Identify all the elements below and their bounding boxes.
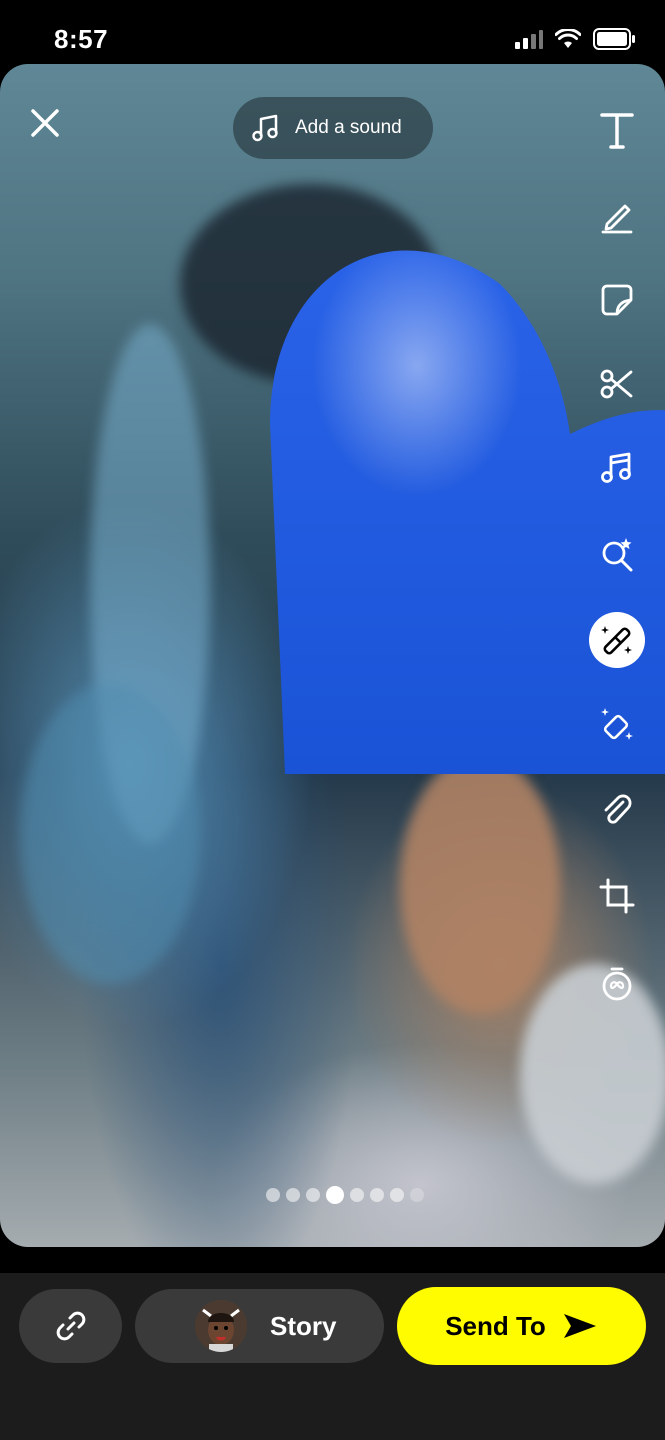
hair-highlight (20, 684, 200, 984)
close-button[interactable] (26, 104, 64, 142)
send-to-label: Send To (445, 1310, 546, 1341)
attach-link-button[interactable] (19, 1289, 122, 1363)
magic-wand-tool-icon (601, 626, 632, 655)
story-label: Story (270, 1311, 337, 1341)
bitmoji-avatar (195, 1300, 247, 1352)
add-sound-label: Add a sound (295, 117, 402, 138)
pen-tool-button[interactable] (589, 188, 645, 244)
sticker-tool-icon (601, 284, 633, 316)
wifi-icon (555, 29, 581, 48)
magic-eraser-tool-button[interactable] (589, 696, 645, 752)
text-tool-button[interactable] (589, 102, 645, 158)
paperclip-tool-button[interactable] (589, 782, 645, 838)
cellular-signal-icon (515, 30, 543, 49)
page-dot (266, 1188, 280, 1202)
link-icon (56, 1311, 85, 1341)
add-sound-button[interactable]: Add a sound (233, 97, 433, 159)
crop-tool-button[interactable] (589, 868, 645, 924)
page-indicator (266, 1186, 424, 1204)
sticker-tool-button[interactable] (589, 272, 645, 328)
music-note-icon (252, 114, 278, 142)
page-dot-active (326, 1186, 344, 1204)
timer-tool-icon (602, 967, 632, 1001)
status-icons (515, 28, 635, 50)
lens-search-tool-icon (602, 538, 633, 572)
timer-tool-button[interactable] (589, 956, 645, 1012)
page-dot (370, 1188, 384, 1202)
page-dot (286, 1188, 300, 1202)
bottom-action-bar: Story Send To (0, 1273, 665, 1440)
music-tool-button[interactable] (589, 440, 645, 496)
pen-tool-icon (601, 204, 633, 234)
send-arrow-icon (563, 1314, 596, 1338)
battery-icon (593, 28, 635, 50)
lens-search-tool-button[interactable] (589, 526, 645, 582)
magic-wand-tool-button[interactable] (589, 612, 645, 668)
music-tool-icon (601, 452, 631, 483)
crop-tool-icon (599, 878, 635, 914)
status-bar: 8:57 (0, 0, 665, 70)
page-dot (390, 1188, 404, 1202)
scissors-tool-icon (600, 369, 633, 399)
avatar-icon (195, 1300, 247, 1352)
text-tool-icon (600, 113, 634, 149)
page-dot (306, 1188, 320, 1202)
scissors-tool-button[interactable] (589, 356, 645, 412)
send-to-button[interactable]: Send To (397, 1287, 646, 1365)
close-icon (31, 109, 59, 137)
snap-photo (0, 64, 665, 1247)
story-button[interactable]: Story (135, 1289, 384, 1363)
page-dot (410, 1188, 424, 1202)
paperclip-tool-icon (604, 794, 632, 824)
hand (400, 754, 560, 1014)
status-time: 8:57 (54, 24, 109, 54)
magic-eraser-tool-icon (601, 708, 633, 740)
page-dot (350, 1188, 364, 1202)
